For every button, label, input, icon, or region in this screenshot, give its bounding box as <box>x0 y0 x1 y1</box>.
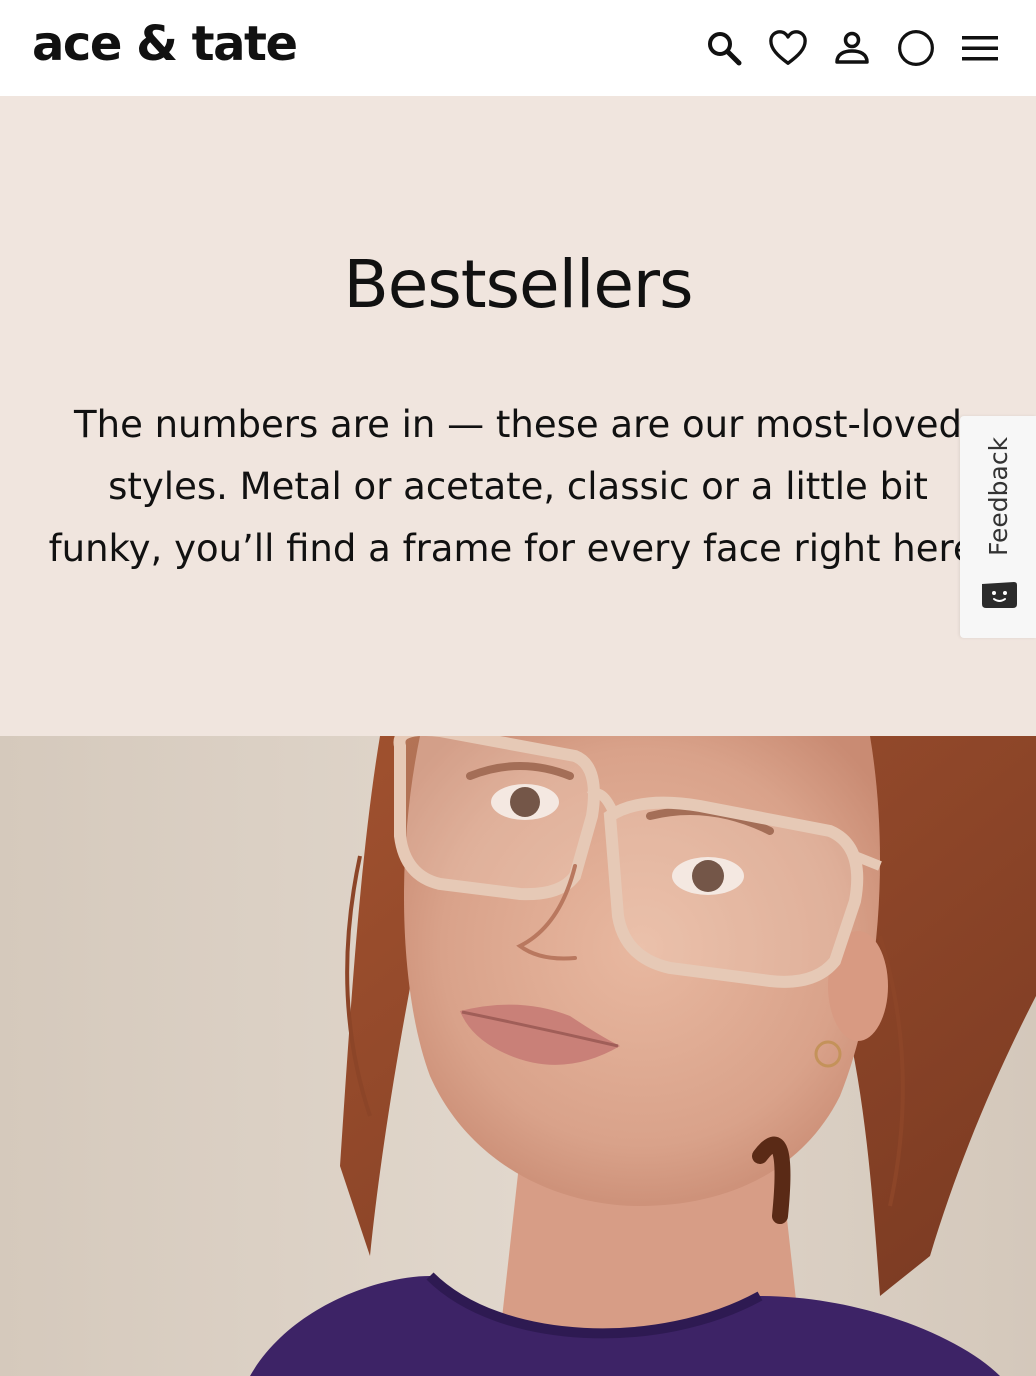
heart-icon[interactable] <box>768 28 808 68</box>
model-portrait-image <box>0 736 1036 1376</box>
header-icons <box>704 22 1000 74</box>
menu-icon[interactable] <box>960 28 1000 68</box>
hero-description: The numbers are in — these are our most-… <box>48 403 988 570</box>
feedback-face-icon <box>982 582 1017 608</box>
user-icon[interactable] <box>832 28 872 68</box>
feedback-label: Feedback <box>984 436 1013 556</box>
brand-logo[interactable]: ace & tate <box>32 14 298 74</box>
hero-photo <box>0 736 1036 1376</box>
hero-section: Bestsellers The numbers are in — these a… <box>0 96 1036 736</box>
feedback-tab[interactable]: Feedback <box>960 416 1036 638</box>
cart-circle-icon[interactable] <box>896 28 936 68</box>
search-icon[interactable] <box>704 28 744 68</box>
site-header: ace & tate <box>0 0 1036 96</box>
page-title: Bestsellers <box>343 246 694 323</box>
